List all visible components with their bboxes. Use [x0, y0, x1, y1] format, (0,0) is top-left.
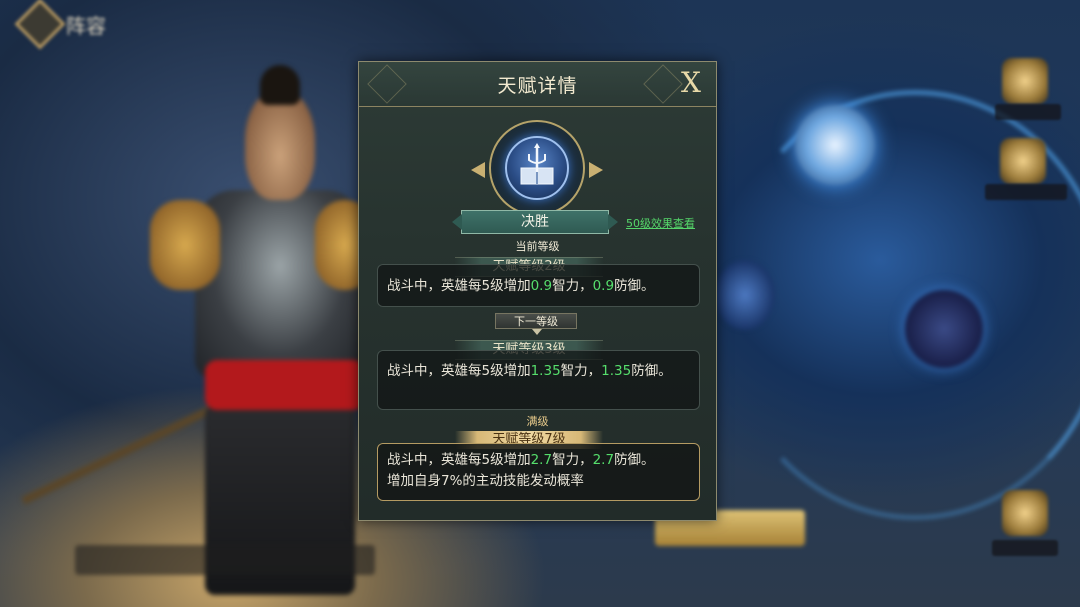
close-button[interactable]: X	[676, 67, 706, 99]
talent-emblem	[463, 120, 611, 220]
ornament-icon	[589, 162, 603, 178]
talent-node-icon	[905, 290, 983, 368]
hero-info-bar	[75, 545, 375, 575]
dialog-header: 天赋详情 X	[359, 62, 716, 107]
ornament-icon	[471, 162, 485, 178]
side-menu-label	[992, 540, 1058, 556]
side-menu-label	[985, 184, 1067, 200]
talent-node-icon	[795, 105, 875, 185]
talent-name: 决胜	[452, 210, 618, 234]
side-menu-icon[interactable]	[1002, 58, 1048, 104]
max-level-desc: 战斗中，英雄每5级增加2.7智力，2.7防御。 增加自身7%的主动技能发动概率	[377, 443, 700, 501]
side-menu-icon[interactable]	[1002, 490, 1048, 536]
book-trident-icon	[505, 136, 569, 200]
current-level-label: 当前等级	[515, 240, 560, 253]
side-menu-label	[995, 104, 1061, 120]
side-menu-icon[interactable]	[1000, 138, 1046, 184]
talent-node-icon	[715, 260, 775, 330]
next-level-desc: 战斗中，英雄每5级增加1.35智力，1.35防御。	[377, 350, 700, 410]
talent-detail-dialog: 天赋详情 X 决胜 50级效果查看 当前等级 天赋等级2级 战斗中，英雄每5级增…	[358, 61, 717, 521]
next-level-label: 下一等级	[495, 313, 577, 335]
max-level-label: 满级	[526, 415, 549, 428]
dialog-title: 天赋详情	[497, 75, 578, 97]
lv50-effect-link[interactable]: 50级效果查看	[626, 215, 695, 231]
current-level-desc: 战斗中，英雄每5级增加0.9智力，0.9防御。	[377, 264, 700, 307]
hero-portrait	[21, 60, 375, 600]
back-button[interactable]: 阵容	[14, 0, 128, 50]
back-label: 阵容	[66, 14, 106, 38]
